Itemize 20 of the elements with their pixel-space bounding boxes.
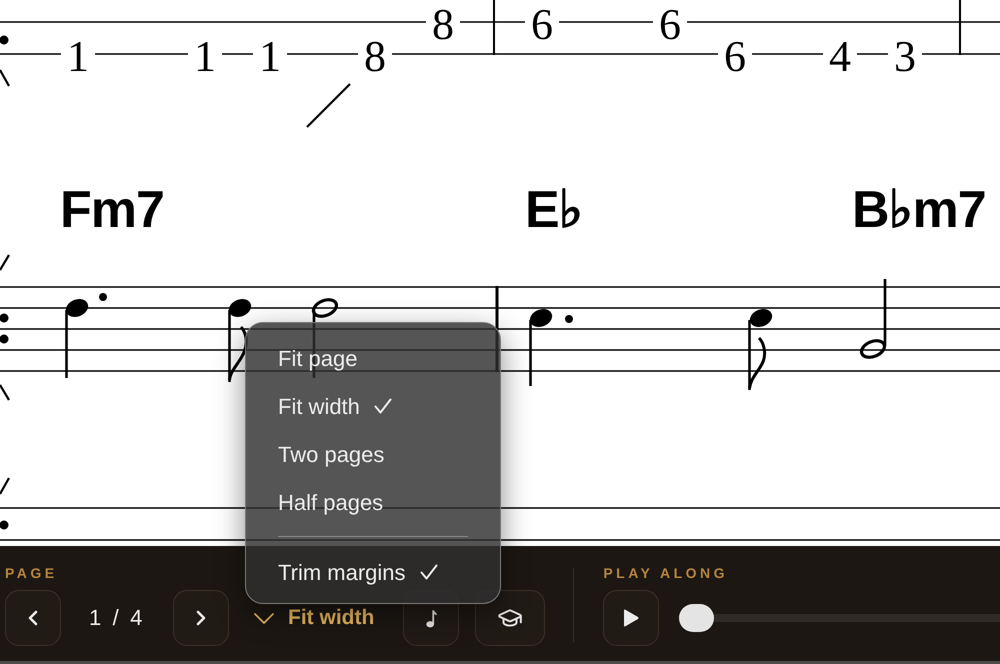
play-button[interactable] <box>603 590 660 646</box>
page-indicator: 1 / 4 <box>88 607 145 629</box>
play-icon <box>623 609 640 627</box>
menu-item[interactable]: Fit width <box>246 382 500 430</box>
chord-symbol: B♭m7 <box>852 184 986 236</box>
section-label: PAGE <box>5 564 58 582</box>
zoom-dropdown[interactable]: Fit width <box>254 602 374 634</box>
check-icon <box>420 564 438 580</box>
menu-item[interactable]: Two pages <box>246 430 500 478</box>
music-note-icon <box>426 608 437 628</box>
menu-item[interactable]: Trim margins <box>246 548 500 596</box>
chevron-down-icon <box>254 612 274 624</box>
check-icon <box>374 398 392 414</box>
menu-item[interactable]: Fit page <box>246 334 500 382</box>
section-label: PLAY ALONG <box>603 564 728 582</box>
menu-item[interactable]: Half pages <box>246 478 500 526</box>
chord-symbol: E♭ <box>525 184 583 236</box>
slider-thumb[interactable] <box>679 604 714 632</box>
chord-symbol: Fm7 <box>60 184 164 236</box>
graduation-cap-button[interactable] <box>475 590 546 646</box>
